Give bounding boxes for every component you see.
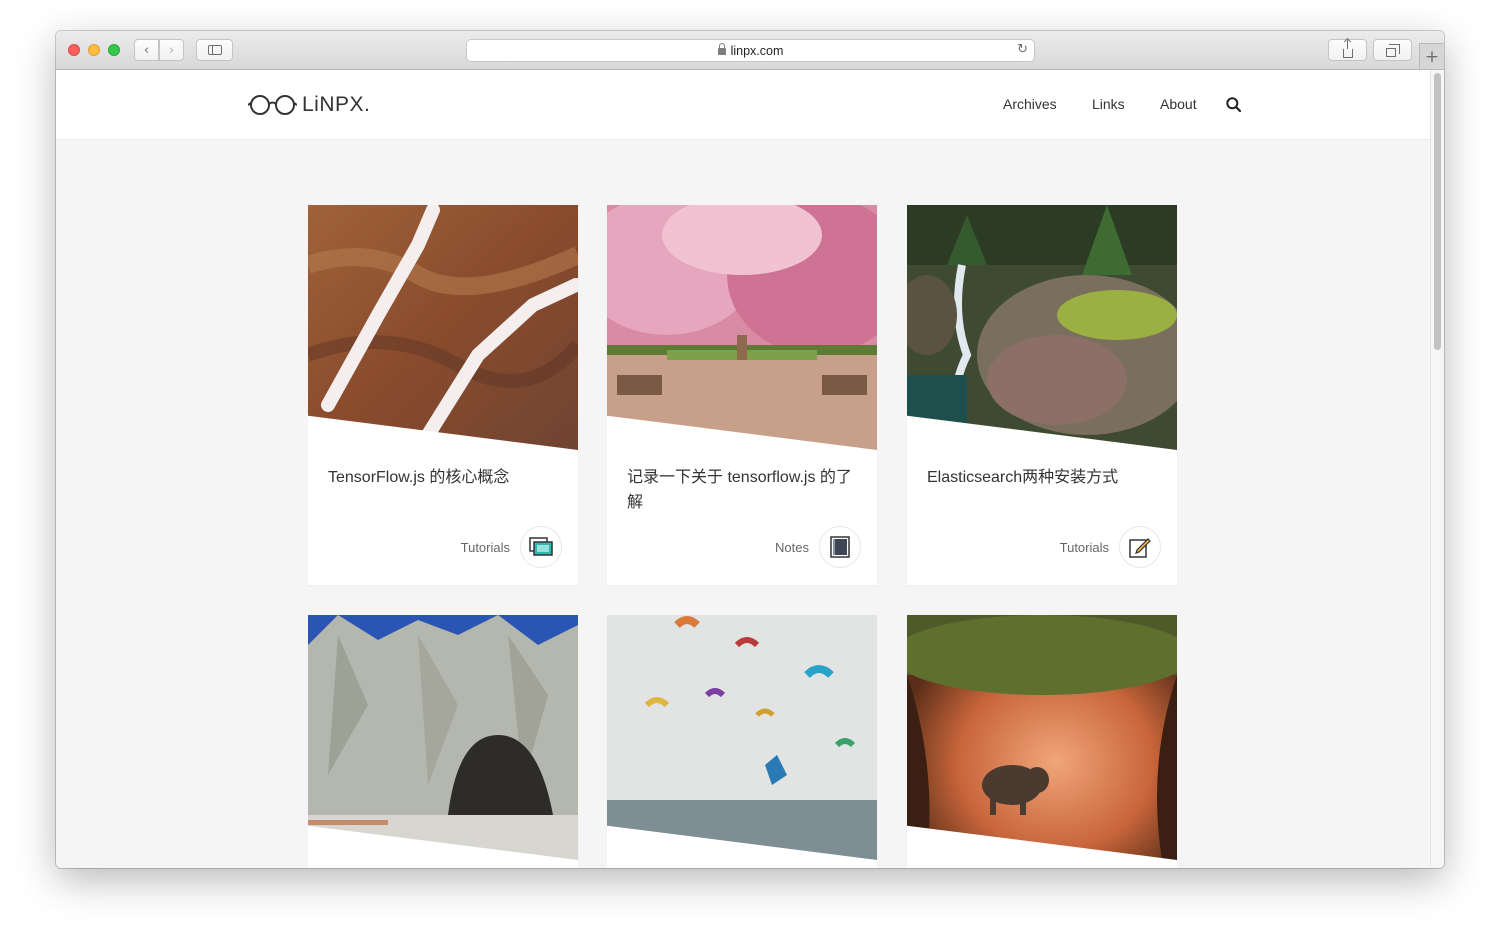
post-thumbnail[interactable] bbox=[308, 205, 578, 450]
post-card[interactable]: TensorFlow.js 的核心概念 Tutorials bbox=[308, 205, 578, 585]
glasses-icon bbox=[248, 95, 297, 115]
post-meta: Tutorials bbox=[461, 526, 562, 568]
post-card[interactable]: Elasticsearch两种安装方式 Tutorials bbox=[907, 205, 1177, 585]
browser-window: ‹ › linpx.com ↻ + LiNPX. Archives Links … bbox=[56, 31, 1444, 868]
post-meta: Notes bbox=[775, 526, 861, 568]
zoom-window-button[interactable] bbox=[108, 44, 120, 56]
post-thumbnail[interactable] bbox=[607, 615, 877, 860]
show-tabs-button[interactable] bbox=[1373, 39, 1412, 61]
tabs-icon bbox=[1385, 43, 1400, 57]
new-tab-button[interactable]: + bbox=[1419, 43, 1444, 69]
post-card[interactable]: 记录一下关于 tensorflow.js 的了解 Notes bbox=[607, 205, 877, 585]
post-thumbnail[interactable] bbox=[607, 205, 877, 450]
address-bar[interactable]: linpx.com ↻ bbox=[466, 39, 1035, 62]
edit-icon bbox=[1129, 538, 1151, 558]
nav-links[interactable]: Links bbox=[1092, 96, 1125, 112]
post-thumbnail[interactable] bbox=[308, 615, 578, 860]
post-card[interactable] bbox=[308, 615, 578, 868]
site-header: LiNPX. Archives Links About bbox=[56, 70, 1430, 140]
share-button[interactable] bbox=[1328, 39, 1367, 61]
reload-icon[interactable]: ↻ bbox=[1017, 42, 1028, 57]
plus-icon: + bbox=[1424, 46, 1440, 67]
nav-about[interactable]: About bbox=[1160, 96, 1197, 112]
category-badge[interactable] bbox=[1119, 526, 1161, 568]
browser-toolbar: ‹ › linpx.com ↻ + bbox=[56, 31, 1444, 70]
screens-icon bbox=[529, 537, 553, 556]
back-button[interactable]: ‹ bbox=[134, 39, 159, 61]
chevron-left-icon: ‹ bbox=[143, 42, 150, 58]
forward-button[interactable]: › bbox=[159, 39, 184, 61]
sidebar-icon bbox=[207, 45, 222, 55]
post-category[interactable]: Tutorials bbox=[461, 540, 510, 555]
site-logo[interactable]: LiNPX. bbox=[248, 92, 370, 118]
search-icon[interactable] bbox=[1226, 97, 1241, 112]
post-thumbnail[interactable] bbox=[907, 205, 1177, 450]
post-title[interactable]: Elasticsearch两种安装方式 bbox=[927, 465, 1159, 490]
close-window-button[interactable] bbox=[68, 44, 80, 56]
post-category[interactable]: Notes bbox=[775, 540, 809, 555]
notebook-icon bbox=[830, 536, 850, 558]
post-card[interactable] bbox=[607, 615, 877, 868]
nav-archives[interactable]: Archives bbox=[1003, 96, 1057, 112]
post-title[interactable]: TensorFlow.js 的核心概念 bbox=[328, 465, 560, 490]
post-meta: Tutorials bbox=[1060, 526, 1161, 568]
post-thumbnail[interactable] bbox=[907, 615, 1177, 860]
share-icon bbox=[1342, 39, 1353, 58]
page-viewport: LiNPX. Archives Links About TensorFlow.j… bbox=[56, 70, 1444, 868]
lock-icon bbox=[717, 43, 726, 55]
chevron-right-icon: › bbox=[168, 42, 175, 58]
scrollbar-thumb[interactable] bbox=[1434, 73, 1441, 350]
minimize-window-button[interactable] bbox=[88, 44, 100, 56]
sidebar-toggle-button[interactable] bbox=[196, 39, 233, 61]
logo-text: LiNPX. bbox=[302, 93, 371, 116]
post-card[interactable] bbox=[907, 615, 1177, 868]
post-category[interactable]: Tutorials bbox=[1060, 540, 1109, 555]
category-badge[interactable] bbox=[819, 526, 861, 568]
vertical-scrollbar[interactable] bbox=[1430, 70, 1444, 868]
category-badge[interactable] bbox=[520, 526, 562, 568]
post-title[interactable]: 记录一下关于 tensorflow.js 的了解 bbox=[627, 465, 859, 515]
url-text: linpx.com bbox=[730, 43, 784, 58]
